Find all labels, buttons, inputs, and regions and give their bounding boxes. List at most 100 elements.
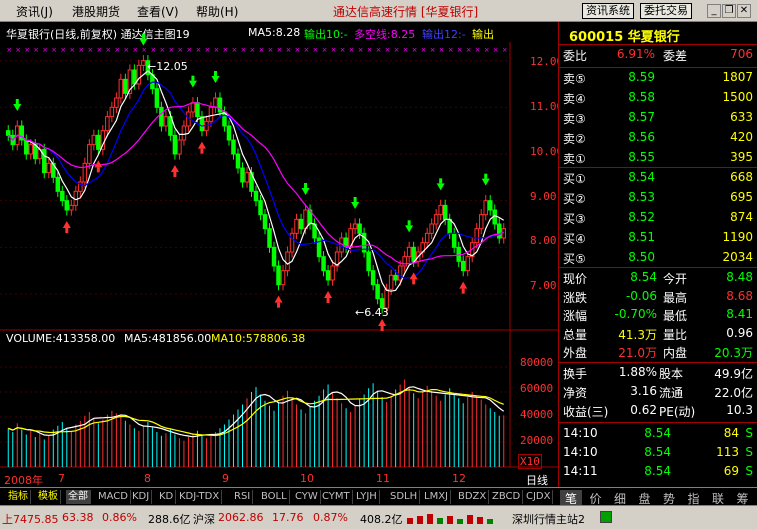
price-tick-8: 8.00 [530, 234, 557, 247]
weibi-value: 6.91% [616, 47, 655, 61]
bid-row[interactable]: 买② 8.53 695 [559, 190, 757, 209]
server-name: 深圳行情主站2 [512, 513, 585, 526]
trade-button[interactable]: 委托交易 [640, 3, 692, 19]
menu-ganggu[interactable]: 港股期货 [72, 3, 120, 20]
tab-kdj[interactable]: KDJ [130, 490, 153, 504]
tab-cymt[interactable]: CYMT [320, 490, 353, 504]
minimize-icon[interactable]: _ [707, 4, 721, 18]
sell-signal-arrow [351, 202, 360, 209]
menu-view[interactable]: 查看(V) [137, 3, 179, 20]
bid-row[interactable]: 买③ 8.52 874 [559, 210, 757, 229]
candle-body [366, 251, 371, 272]
tab-cyw[interactable]: CYW [293, 490, 321, 504]
close-icon[interactable]: ✕ [737, 4, 751, 18]
menu-help[interactable]: 帮助(H) [196, 3, 238, 20]
candle-body [172, 134, 178, 155]
fundamental-label: 股本 [659, 367, 684, 381]
tab-bdzx[interactable]: BDZX [456, 490, 490, 504]
hs-name: 沪深 [193, 513, 215, 526]
period-label[interactable]: 日线 [526, 472, 548, 488]
fundamental-label: 换手 [563, 367, 588, 381]
candle-body [465, 256, 470, 272]
tab-全部[interactable]: 全部 [66, 490, 91, 504]
tab-zbcd[interactable]: ZBCD [490, 490, 524, 504]
ask-label: 卖③ [563, 112, 586, 126]
candle-body [46, 162, 52, 174]
candle-body [123, 78, 128, 94]
separator [559, 362, 757, 363]
x-label-8: 8 [144, 472, 151, 485]
restore-icon[interactable]: ❐ [722, 4, 736, 18]
vol-tick-20000: 20000 [520, 434, 554, 447]
stat-row: 涨幅 -0.70% 最低 8.41 [559, 307, 757, 326]
ask-volume: 420 [730, 130, 753, 144]
stat-value: 8.48 [726, 270, 753, 284]
vol-unit: X10 [518, 454, 542, 469]
tab-sdlh[interactable]: SDLH [388, 490, 421, 504]
info-system-button[interactable]: 资讯系统 [582, 3, 634, 19]
tab-lyjh[interactable]: LYJH [354, 490, 380, 504]
tab-模板[interactable]: 模板 [36, 490, 61, 504]
ask-row[interactable]: 卖② 8.56 420 [559, 130, 757, 149]
signal-dot: × [277, 46, 283, 54]
candle-body [289, 232, 295, 253]
ask-price: 8.59 [628, 70, 655, 84]
tab-kdj-tdx[interactable]: KDJ-TDX [177, 490, 223, 504]
bid-volume: 2034 [722, 250, 753, 264]
bid-row[interactable]: 买① 8.54 668 [559, 170, 757, 189]
tab-boll[interactable]: BOLL [259, 490, 290, 504]
bid-volume: 695 [730, 190, 753, 204]
menu-zixun[interactable]: 资讯(J) [16, 3, 53, 20]
stat-row: 总量 41.3万 量比 0.96 [559, 326, 757, 345]
stat-value: 41.3万 [618, 327, 657, 342]
signal-dot: × [60, 46, 66, 54]
candle-body [429, 223, 434, 234]
stat-value: 8.54 [630, 270, 657, 284]
sell-signal-arrow [139, 38, 148, 46]
stat-value: 0.96 [726, 325, 753, 340]
tab-cjdx[interactable]: CJDX [524, 490, 554, 504]
tick-volume: 84 [723, 426, 739, 440]
chart-area[interactable]: 华夏银行(日线,前复权) 通达信主图19 MA5:8.28 输出10:- 多空线… [0, 22, 563, 488]
sh-amount: 288.6亿 [148, 513, 191, 526]
candle-body [132, 69, 137, 85]
signal-dot: × [385, 46, 391, 54]
stat-row: 现价 8.54 今开 8.48 [559, 270, 757, 289]
tab-lmxj[interactable]: LMXJ [422, 490, 451, 504]
x-label-9: 9 [222, 472, 229, 485]
candle-body [181, 125, 187, 141]
bid-volume: 874 [730, 210, 753, 224]
candle-body [321, 256, 326, 272]
signal-dot: × [15, 46, 21, 54]
buy-signal-arrow [274, 295, 283, 303]
candle-body [496, 223, 502, 239]
market-bar-icon [407, 514, 493, 524]
sell-signal-arrow-stem [353, 197, 357, 202]
tick-time: 14:11 [563, 464, 598, 478]
x-label-10: 10 [300, 472, 314, 485]
ask-row[interactable]: 卖⑤ 8.59 1807 [559, 70, 757, 89]
weicha-label: 委差 [663, 49, 688, 63]
tab-rsi[interactable]: RSI [232, 490, 254, 504]
kline-chart: × × × × × × × × × × × × × × × × × × × × × × × × × × × × × × × × × × × × × × × ×… [0, 33, 558, 468]
bid-row[interactable]: 买④ 8.51 1190 [559, 230, 757, 249]
candle-body [402, 256, 407, 267]
fundamental-value: 49.9亿 [714, 367, 753, 381]
candle-body [411, 246, 416, 262]
sell-signal-arrow-stem [304, 183, 308, 188]
signal-dot: × [430, 46, 436, 54]
buy-signal-arrow [62, 221, 71, 228]
signal-dot: × [240, 46, 246, 54]
bid-volume: 668 [730, 170, 753, 184]
ask-price: 8.55 [628, 150, 655, 164]
ask-row[interactable]: 卖③ 8.57 633 [559, 110, 757, 129]
tab-kd[interactable]: KD [157, 490, 177, 504]
tab-macd[interactable]: MACD [96, 490, 131, 504]
candle-body [226, 125, 232, 141]
ask-row[interactable]: 卖④ 8.58 1500 [559, 90, 757, 109]
signal-dot: × [231, 46, 237, 54]
candle-body [271, 246, 277, 267]
candle-body [141, 60, 146, 66]
x-label-12: 12 [452, 472, 466, 485]
tab-指标[interactable]: 指标 [6, 490, 31, 504]
